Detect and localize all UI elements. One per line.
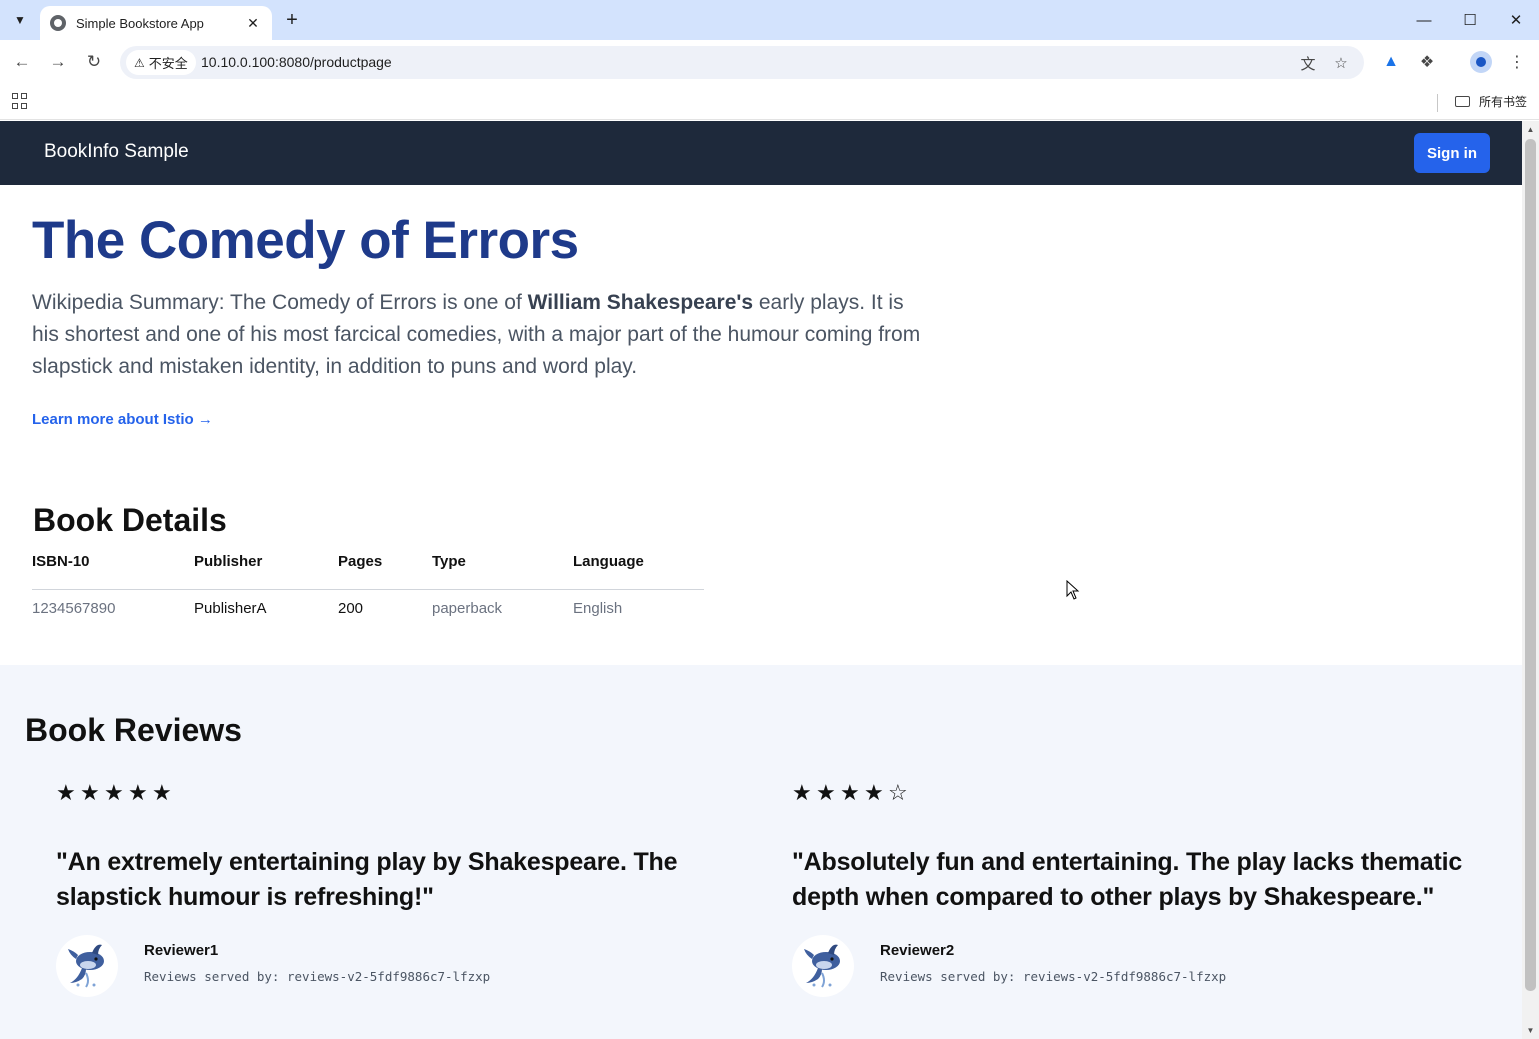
served-by-text: Reviews served by: reviews-v2-5fdf9886c7… [880,969,1227,984]
back-button[interactable]: ← [8,48,36,76]
scrollbar-thumb[interactable] [1525,139,1536,991]
star-filled-icon: ★ [792,780,812,805]
browser-tab[interactable]: Simple Bookstore App ✕ [40,6,272,40]
reviewer-name: Reviewer2 [880,942,955,959]
tab-search-button[interactable]: ▼ [8,8,32,32]
maximize-icon: ☐ [1463,12,1477,29]
column-header: ISBN-10 [32,549,194,590]
window-close-button[interactable]: ✕ [1493,0,1539,40]
star-empty-icon: ☆ [888,780,908,805]
reload-button[interactable]: ↻ [80,48,108,76]
column-header: Language [573,549,704,590]
plus-icon: + [286,8,298,31]
mouse-cursor-icon [1066,580,1080,600]
star-rating: ★ ★ ★ ★ ★ [56,779,746,807]
dolphin-icon [792,935,854,997]
star-filled-icon: ★ [840,780,860,805]
globe-icon [50,15,66,31]
summary-author: William Shakespeare's [527,291,754,314]
page-scrollbar[interactable]: ▲ ▼ [1522,121,1539,1039]
warning-icon: ⚠ [134,55,145,70]
browser-tabstrip: ▼ Simple Bookstore App ✕ + — ☐ ✕ [0,0,1539,40]
chevron-down-icon: ▼ [14,13,26,27]
publisher-cell: PublisherA [194,599,267,617]
all-bookmarks-label: 所有书签 [1478,95,1527,109]
kebab-menu-icon[interactable]: ⋮ [1505,50,1529,74]
apps-grid-icon[interactable] [12,93,28,109]
scroll-up-arrow-icon[interactable]: ▲ [1522,121,1539,138]
summary-prefix: Wikipedia Summary: The Comedy of Errors … [32,291,528,314]
minimize-button[interactable]: — [1401,0,1447,40]
profile-icon [1470,51,1492,73]
maximize-button[interactable]: ☐ [1447,0,1493,40]
arrow-right-icon: → [49,52,67,71]
reviewer-row: Reviewer2 Reviews served by: reviews-v2-… [792,935,1482,999]
url-text[interactable]: 10.10.0.100:8080/productpage [201,54,392,70]
served-by-text: Reviews served by: reviews-v2-5fdf9886c7… [144,969,491,984]
reload-icon: ↻ [86,52,102,71]
arrow-left-icon: ← [13,52,31,71]
learn-more-link[interactable]: Learn more about Istio → [32,411,213,428]
close-icon[interactable]: ✕ [244,14,262,32]
star-icon[interactable]: ☆ [1330,52,1352,74]
reviews-section: Book Reviews ★ ★ ★ ★ ★ "An extremely enterta… [0,665,1522,1039]
review-quote: "An extremely entertaining play by Shake… [56,848,678,911]
bookmarks-separator [1437,94,1438,112]
page-viewport: BookInfo Sample Sign in The Comedy of Er… [0,121,1522,1039]
bookmarks-bar: 所有书签 [0,84,1539,120]
scroll-down-arrow-icon[interactable]: ▼ [1522,1022,1539,1039]
star-filled-icon: ★ [104,780,124,805]
page-title: The Comedy of Errors [32,211,579,270]
puzzle-icon[interactable]: ❖ [1415,50,1439,74]
folder-icon [1454,96,1470,107]
forward-button[interactable]: → [44,48,72,76]
column-header: Type [432,549,573,590]
security-chip[interactable]: ⚠ 不安全 [126,50,196,75]
tab-title: Simple Bookstore App [76,15,204,31]
new-tab-button[interactable]: + [281,8,303,32]
book-details-heading: Book Details [33,502,227,538]
reviewer-name: Reviewer1 [144,942,219,959]
language-cell: English [573,599,623,617]
review-card: ★ ★ ★ ★ ★ "An extremely entertaining play by… [56,779,746,999]
address-bar[interactable]: ⚠ 不安全 10.10.0.100:8080/productpage 文 ☆ [120,46,1364,79]
table-header-row: ISBN-10 Publisher Pages Type Language [32,549,704,590]
column-header: Pages [338,549,432,590]
star-filled-icon: ★ [56,780,76,805]
star-filled-icon: ★ [128,780,148,805]
translate-icon[interactable]: 文 [1297,52,1319,74]
book-details-table: ISBN-10 Publisher Pages Type Language 12… [32,549,704,627]
browser-toolbar: ← → ↻ ⚠ 不安全 10.10.0.100:8080/productpage… [0,40,1539,84]
star-filled-icon: ★ [152,780,172,805]
dolphin-icon [56,935,118,997]
table-row: 1234567890 PublisherA 200 paperback Engl… [32,589,704,627]
isbn-cell: 1234567890 [32,599,116,617]
security-label: 不安全 [148,56,188,71]
site-brand[interactable]: BookInfo Sample [44,141,189,163]
profile-button[interactable] [1469,50,1493,74]
close-icon: ✕ [1509,12,1523,29]
minimize-icon: — [1416,11,1432,29]
book-reviews-heading: Book Reviews [25,712,242,748]
star-filled-icon: ★ [864,780,884,805]
wikipedia-summary: Wikipedia Summary: The Comedy of Errors … [32,287,932,383]
star-rating: ★ ★ ★ ★ ☆ [792,779,1482,807]
star-filled-icon: ★ [80,780,100,805]
drive-extension-icon[interactable]: ▲ [1379,50,1403,74]
review-quote: "Absolutely fun and entertaining. The pl… [792,848,1463,911]
all-bookmarks-button[interactable]: 所有书签 [1454,93,1527,110]
column-header: Publisher [194,549,338,590]
pages-cell: 200 [338,599,364,617]
reviewer-row: Reviewer1 Reviews served by: reviews-v2-… [56,935,746,999]
review-card: ★ ★ ★ ★ ☆ "Absolutely fun and entertaining. … [792,779,1482,999]
star-filled-icon: ★ [816,780,836,805]
site-navbar: BookInfo Sample Sign in [0,121,1522,185]
type-cell: paperback [432,599,503,617]
sign-in-button[interactable]: Sign in [1414,133,1490,173]
